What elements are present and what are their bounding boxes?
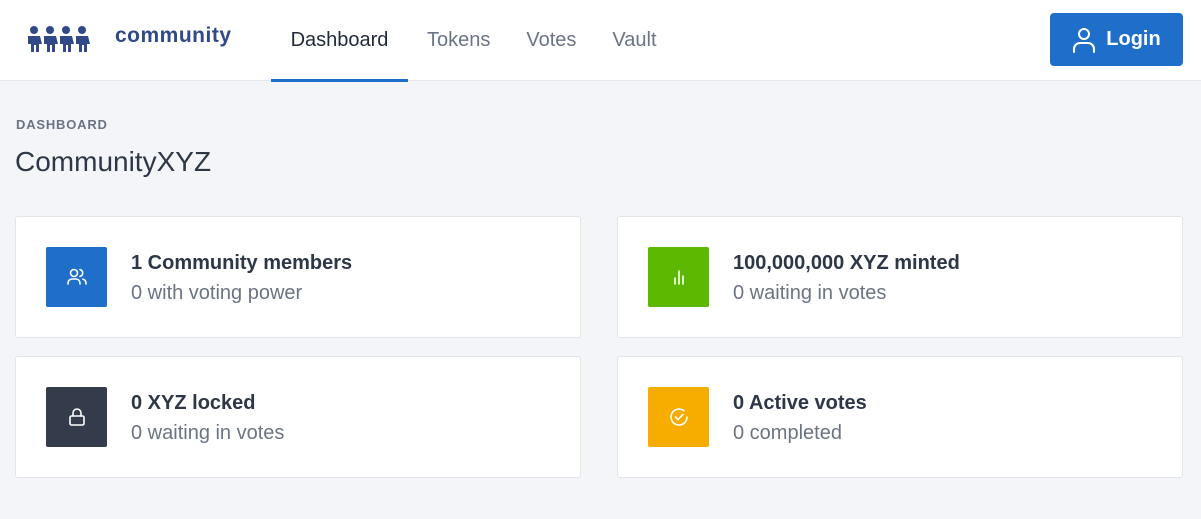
logo[interactable]	[25, 24, 93, 52]
card-icon-box	[648, 247, 709, 307]
stat-card-minted: 100,000,000 XYZ minted 0 waiting in vote…	[617, 216, 1183, 338]
card-title: 0 XYZ locked	[131, 392, 256, 414]
card-subtitle: 0 with voting power	[131, 282, 303, 304]
stat-card-members: 1 Community members 0 with voting power	[15, 216, 581, 338]
login-label: Login	[1106, 28, 1161, 50]
card-title: 0 Active votes	[733, 392, 867, 414]
login-button[interactable]: Login	[1050, 13, 1183, 66]
stat-card-votes: 0 Active votes 0 completed	[617, 356, 1183, 478]
lock-icon	[68, 408, 85, 426]
card-icon-box	[46, 387, 107, 447]
main-nav: Dashboard Tokens Votes Vault	[271, 0, 657, 82]
card-subtitle: 0 waiting in votes	[733, 282, 887, 304]
card-title: 100,000,000 XYZ minted	[733, 252, 960, 274]
tab-tokens[interactable]: Tokens	[427, 0, 490, 81]
community-people-logo-icon	[28, 26, 90, 52]
tab-votes[interactable]: Votes	[526, 0, 576, 81]
page-title: CommunityXYZ	[15, 146, 212, 177]
card-subtitle: 0 completed	[733, 422, 842, 444]
users-icon	[66, 268, 87, 285]
bar-chart-icon	[673, 270, 684, 285]
top-navbar: community Dashboard Tokens Votes Vault L…	[0, 0, 1201, 82]
user-icon	[1073, 27, 1096, 53]
card-title: 1 Community members	[131, 252, 353, 274]
brand-name[interactable]: community	[115, 24, 232, 48]
card-icon-box	[46, 247, 107, 307]
section-label: DASHBOARD	[16, 117, 108, 132]
tab-dashboard[interactable]: Dashboard	[271, 0, 408, 82]
tab-vault[interactable]: Vault	[612, 0, 656, 81]
card-icon-box	[648, 387, 709, 447]
card-subtitle: 0 waiting in votes	[131, 422, 285, 444]
check-circle-icon	[669, 408, 688, 426]
stat-card-locked: 0 XYZ locked 0 waiting in votes	[15, 356, 581, 478]
